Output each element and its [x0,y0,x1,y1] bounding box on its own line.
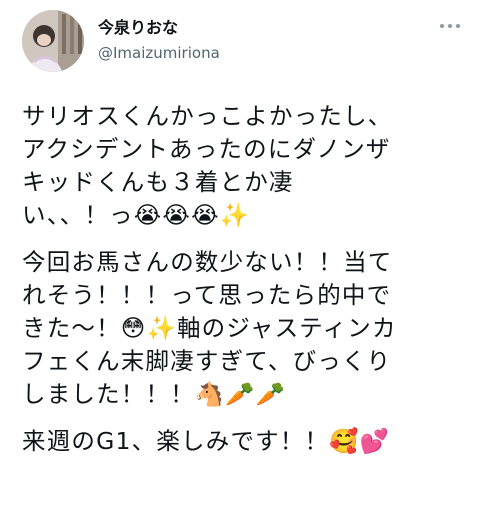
tweet-paragraph: 来週のG1、楽しみです！！🥰💕 [22,425,472,458]
more-dot [440,24,444,28]
avatar[interactable] [22,10,84,72]
more-dot [456,24,460,28]
tweet-line: アクシデントあったのにダノンザ [22,135,391,163]
tweet-line: 今回お馬さんの数少ない！！当て [22,248,393,276]
tweet-line: しました！！！🐴🥕🥕 [22,380,287,408]
tweet-line: れそう！！！って思ったら的中で [22,281,392,309]
more-dot [448,24,452,28]
tweet-line: い、、！っ😭😭😭✨ [22,201,251,229]
user-handle[interactable]: @Imaizumiriona [98,44,220,62]
tweet-paragraph: 今回お馬さんの数少ない！！当て れそう！！！って思ったら的中で きた〜！😳✨軸の… [22,246,472,411]
tweet-line: 来週のG1、楽しみです！！🥰💕 [22,427,391,455]
tweet-line: サリオスくんかっこよかったし、 [22,102,393,130]
tweet-line: キッドくんも３着とか凄 [22,168,294,196]
display-name[interactable]: 今泉りおな [98,14,178,38]
tweet-header: 今泉りおな @Imaizumiriona [0,0,480,90]
tweet-line: きた〜！😳✨軸のジャスティンカ [22,314,397,342]
avatar-photo [22,10,84,72]
tweet-text: サリオスくんかっこよかったし、 アクシデントあったのにダノンザ キッドくんも３着… [22,100,472,458]
more-horizontal-icon[interactable] [432,14,468,38]
tweet-line: フェくん末脚凄すぎて、びっくり [22,347,392,375]
tweet-paragraph: サリオスくんかっこよかったし、 アクシデントあったのにダノンザ キッドくんも３着… [22,100,472,232]
